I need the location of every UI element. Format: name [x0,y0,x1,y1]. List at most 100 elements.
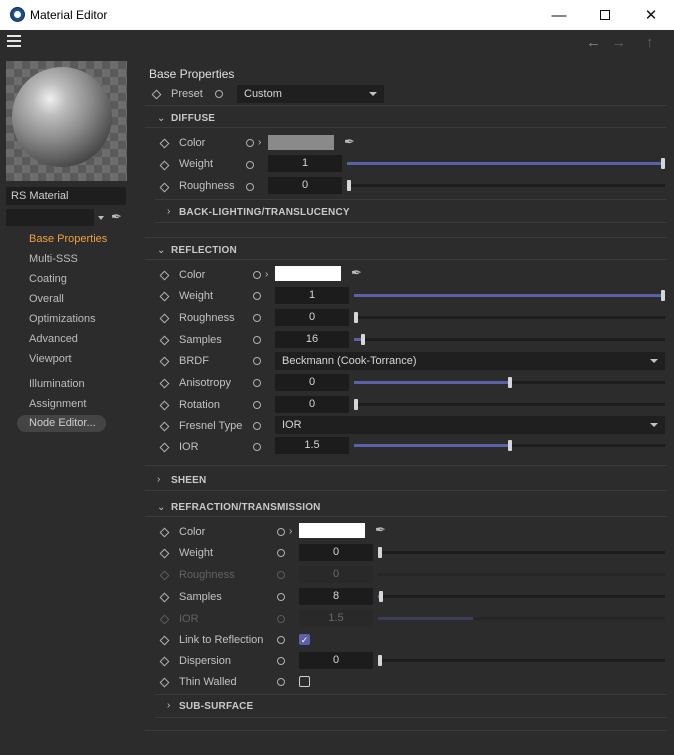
link-to-reflection-checkbox[interactable]: ✓ [299,634,310,645]
refraction-samples-slider[interactable] [378,591,665,602]
expand-chevron-icon[interactable]: › [258,137,261,148]
animate-circle-icon[interactable] [253,271,261,279]
up-arrow-icon[interactable]: ↑ [646,34,654,51]
sidebar-item-optimizations[interactable]: Optimizations [29,313,96,325]
keyframe-diamond-icon[interactable] [159,356,170,367]
dispersion-slider[interactable] [378,655,665,666]
expand-chevron-icon[interactable]: › [167,700,170,711]
animate-circle-icon[interactable] [253,422,261,430]
expand-chevron-icon[interactable]: › [157,474,160,485]
keyframe-diamond-icon[interactable] [159,677,170,688]
brdf-dropdown[interactable]: Beckmann (Cook-Torrance) [275,352,665,370]
maximize-button[interactable] [582,0,628,30]
sidebar-item-illumination[interactable]: Illumination [29,378,85,390]
keyframe-diamond-icon[interactable] [159,635,170,646]
fresnel-type-dropdown[interactable]: IOR [275,416,665,434]
material-dropdown[interactable] [6,209,94,226]
diffuse-roughness-slider[interactable] [347,180,665,191]
animate-circle-icon[interactable] [253,401,261,409]
keyframe-diamond-icon[interactable] [159,270,170,281]
reflection-ior-field[interactable]: 1.5 [275,437,349,454]
diffuse-weight-field[interactable]: 1 [268,155,342,172]
refraction-weight-field[interactable]: 0 [299,544,373,561]
eyedropper-icon[interactable]: ✒ [375,522,386,538]
keyframe-diamond-icon[interactable] [159,182,170,193]
collapse-chevron-icon[interactable]: ⌄ [157,502,165,513]
animate-circle-icon[interactable] [277,636,285,644]
eyedropper-icon[interactable]: ✒ [111,209,122,225]
keyframe-diamond-icon[interactable] [159,592,170,603]
reflection-roughness-field[interactable]: 0 [275,309,349,326]
animate-circle-icon[interactable] [253,336,261,344]
animate-circle-icon[interactable] [253,292,261,300]
keyframe-diamond-icon[interactable] [159,313,170,324]
hamburger-menu-icon[interactable] [7,35,21,47]
animate-circle-icon[interactable] [277,678,285,686]
animate-circle-icon[interactable] [215,90,223,98]
keyframe-diamond-icon[interactable] [159,400,170,411]
subsurface-section-header[interactable]: SUB-SURFACE [179,701,253,712]
eyedropper-icon[interactable]: ✒ [344,134,355,150]
animate-circle-icon[interactable] [277,528,285,536]
animate-circle-icon[interactable] [277,593,285,601]
expand-chevron-icon[interactable]: › [167,206,170,217]
keyframe-diamond-icon[interactable] [159,421,170,432]
keyframe-diamond-icon[interactable] [159,548,170,559]
reflection-samples-field[interactable]: 16 [275,331,349,348]
forward-arrow-icon[interactable]: → [611,34,626,51]
animate-circle-icon[interactable] [277,657,285,665]
collapse-chevron-icon[interactable]: ⌄ [157,113,165,124]
collapse-chevron-icon[interactable]: ⌄ [157,245,165,256]
sidebar-item-advanced[interactable]: Advanced [29,333,78,345]
reflection-ior-slider[interactable] [354,440,665,451]
diffuse-roughness-field[interactable]: 0 [268,177,342,194]
reflection-roughness-slider[interactable] [354,312,665,323]
diffuse-color-swatch[interactable] [268,135,334,150]
close-button[interactable]: ✕ [628,0,674,30]
animate-circle-icon[interactable] [253,357,261,365]
expand-chevron-icon[interactable]: › [289,526,292,537]
material-name-field[interactable]: RS Material [6,187,126,205]
eyedropper-icon[interactable]: ✒ [351,265,362,281]
thin-walled-checkbox[interactable] [299,676,310,687]
diffuse-section-header[interactable]: DIFFUSE [171,113,215,124]
animate-circle-icon[interactable] [253,379,261,387]
dispersion-field[interactable]: 0 [299,652,373,669]
keyframe-diamond-icon[interactable] [159,138,170,149]
animate-circle-icon[interactable] [246,139,254,147]
refraction-section-header[interactable]: REFRACTION/TRANSMISSION [171,502,321,513]
keyframe-diamond-icon[interactable] [159,160,170,171]
keyframe-diamond-icon[interactable] [159,527,170,538]
back-arrow-icon[interactable]: ← [586,34,601,51]
animate-circle-icon[interactable] [246,183,254,191]
keyframe-diamond-icon[interactable] [159,442,170,453]
dropdown-arrow-icon[interactable] [98,216,104,220]
minimize-button[interactable]: — [536,0,582,30]
node-editor-button[interactable]: Node Editor... [17,415,106,432]
refraction-weight-slider[interactable] [378,547,665,558]
rotation-slider[interactable] [354,399,665,410]
backlighting-section-header[interactable]: BACK-LIGHTING/TRANSLUCENCY [179,207,350,218]
keyframe-diamond-icon[interactable] [159,656,170,667]
animate-circle-icon[interactable] [253,314,261,322]
keyframe-diamond-icon[interactable] [159,291,170,302]
expand-chevron-icon[interactable]: › [265,269,268,280]
sidebar-item-base-properties[interactable]: Base Properties [29,233,107,245]
preset-dropdown[interactable]: Custom [237,85,384,103]
animate-circle-icon[interactable] [253,443,261,451]
refraction-samples-field[interactable]: 8 [299,588,373,605]
sidebar-item-assignment[interactable]: Assignment [29,398,86,410]
reflection-weight-field[interactable]: 1 [275,287,349,304]
anisotropy-field[interactable]: 0 [275,374,349,391]
refraction-color-swatch[interactable] [299,523,365,538]
reflection-weight-slider[interactable] [354,290,665,301]
reflection-section-header[interactable]: REFLECTION [171,245,237,256]
reflection-samples-slider[interactable] [354,334,665,345]
sidebar-item-coating[interactable]: Coating [29,273,67,285]
anisotropy-slider[interactable] [354,377,665,388]
sheen-section-header[interactable]: SHEEN [171,475,206,486]
sidebar-item-multi-sss[interactable]: Multi-SSS [29,253,78,265]
sidebar-item-viewport[interactable]: Viewport [29,353,72,365]
keyframe-diamond-icon[interactable] [159,335,170,346]
sidebar-item-overall[interactable]: Overall [29,293,64,305]
